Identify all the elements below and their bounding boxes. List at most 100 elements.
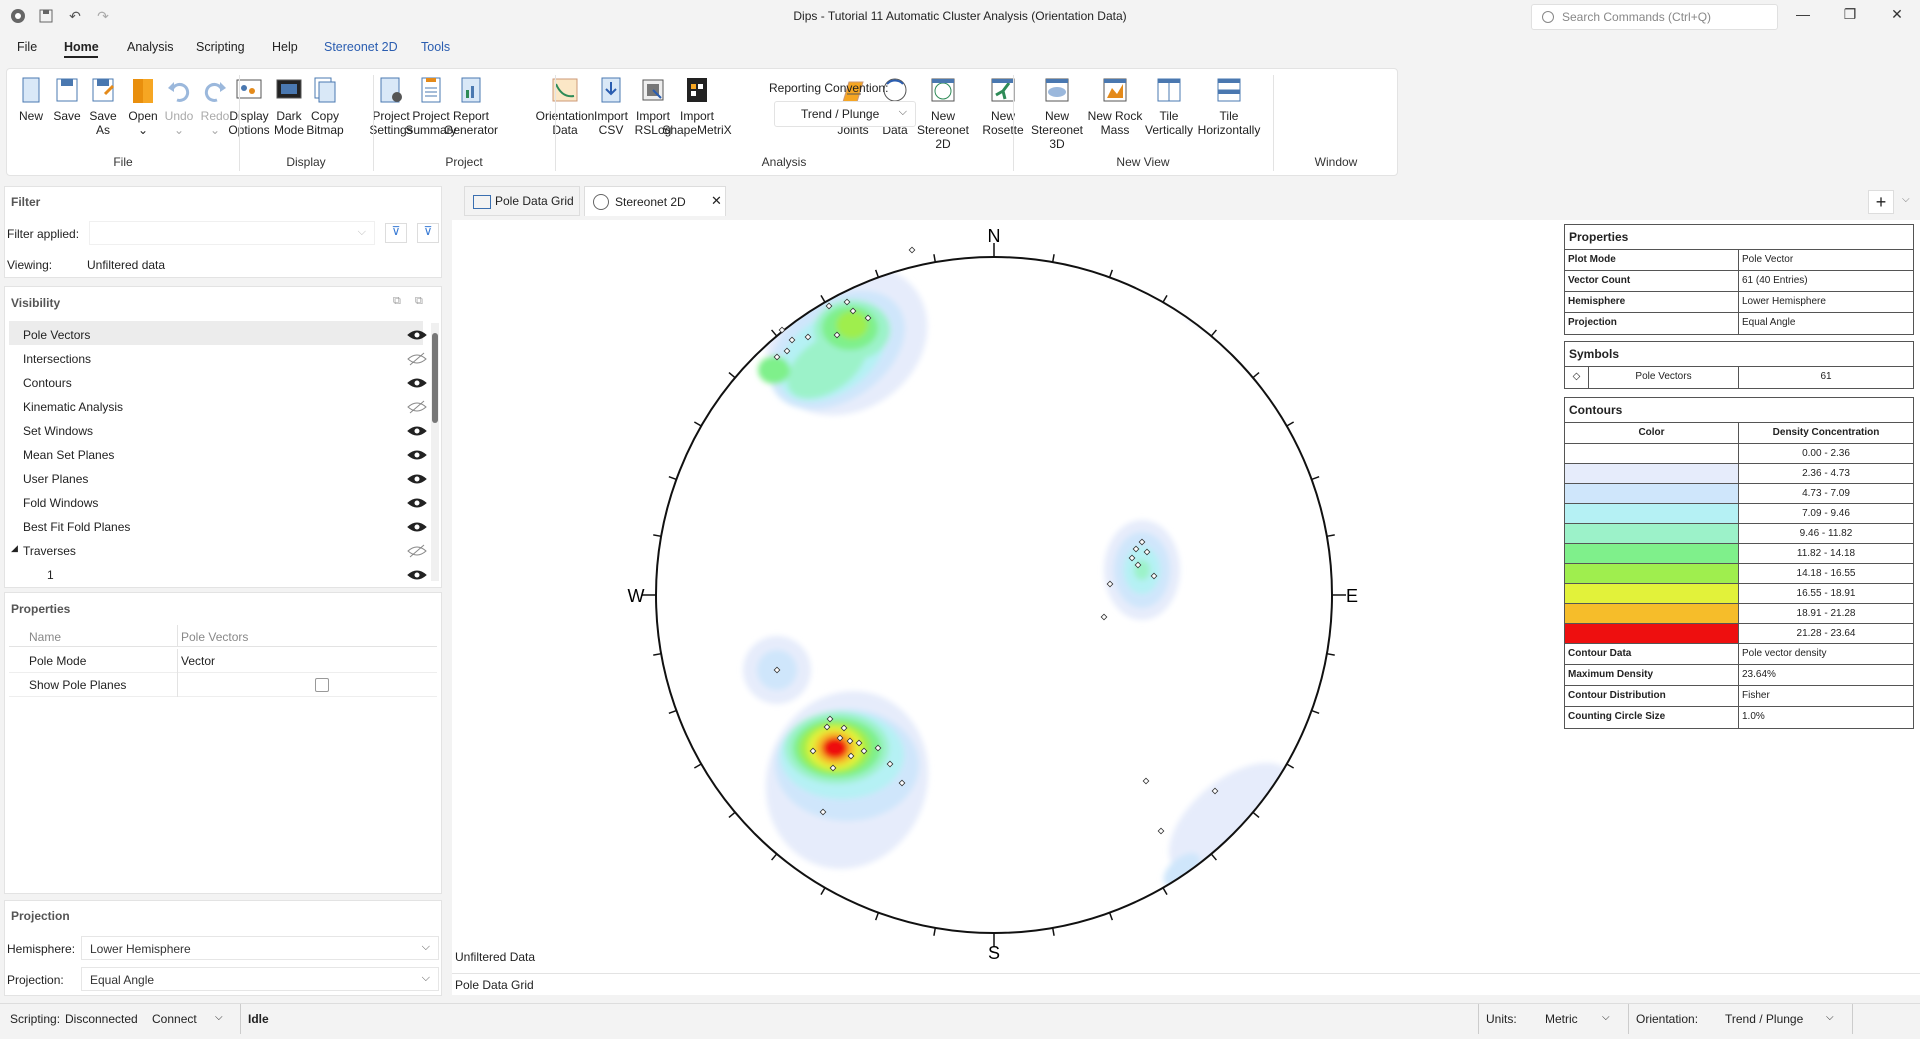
compass-tick <box>1286 763 1295 769</box>
quick-undo-icon[interactable]: ↶ <box>65 6 85 26</box>
status-separator <box>1852 1004 1853 1034</box>
tab-pole-data-grid[interactable]: Pole Data Grid <box>464 186 580 216</box>
chevron-down-icon[interactable]: ⌵ <box>215 1012 223 1023</box>
row-key: Plot Mode <box>1565 250 1739 270</box>
visibility-item-label: Kinematic Analysis <box>23 400 124 414</box>
eye-icon[interactable] <box>407 376 427 390</box>
close-window-button[interactable]: ✕ <box>1879 6 1915 26</box>
north-label: N <box>988 226 1001 246</box>
filter-icon[interactable]: ⊽ <box>417 223 439 243</box>
stereonet-view[interactable]: N S E W Unfiltered Data Properties Plot … <box>452 220 1920 995</box>
eye-icon[interactable] <box>407 448 427 462</box>
eye-icon[interactable] <box>407 424 427 438</box>
visibility-item[interactable]: Best Fit Fold Planes <box>5 515 427 539</box>
properties-header-row: Name Pole Vectors <box>9 625 437 647</box>
report-generator-button[interactable]: Report Generator <box>441 75 501 137</box>
eye-off-icon[interactable] <box>407 544 427 558</box>
minimize-button[interactable]: — <box>1785 6 1821 26</box>
scrollbar-thumb[interactable] <box>432 333 438 423</box>
menu-tab-home[interactable]: Home <box>64 40 99 54</box>
close-tab-icon[interactable]: ✕ <box>711 193 722 209</box>
eye-off-icon[interactable] <box>407 352 427 366</box>
contour-range: 0.00 - 2.36 <box>1802 448 1850 459</box>
menu-tab-file[interactable]: File <box>17 40 37 54</box>
menu-tab-tools[interactable]: Tools <box>421 40 450 54</box>
visibility-item[interactable]: Contours <box>5 371 427 395</box>
new-stereonet-3d-button[interactable]: New Stereonet 3D <box>1027 75 1087 151</box>
visibility-item[interactable]: Mean Set Planes <box>5 443 427 467</box>
show-pole-planes-checkbox[interactable] <box>315 678 329 692</box>
collapse-all-icon[interactable]: ⧉ <box>415 295 423 308</box>
app-logo-icon <box>8 6 28 26</box>
visibility-item[interactable]: Fold Windows <box>5 491 427 515</box>
contour-info-row: Maximum Density 23.64% <box>1565 665 1913 686</box>
visibility-item[interactable]: 1 <box>5 563 427 587</box>
new-rock-mass-button[interactable]: New Rock Mass <box>1085 75 1145 137</box>
menu-tab-analysis[interactable]: Analysis <box>127 40 174 54</box>
new-rosette-button[interactable]: New Rosette <box>973 75 1033 137</box>
chevron-down-icon[interactable]: ⌵ <box>1902 194 1910 205</box>
units-value[interactable]: Metric <box>1545 1012 1578 1026</box>
visibility-item[interactable]: ◢ Traverses <box>5 539 427 563</box>
add-view-button[interactable]: + <box>1868 190 1894 214</box>
search-commands-input[interactable]: Search Commands (Ctrl+Q) <box>1531 4 1778 30</box>
tile-vertically-button[interactable]: Tile Vertically <box>1139 75 1199 137</box>
orientation-value[interactable]: Trend / Plunge <box>1725 1012 1803 1026</box>
quick-save-icon[interactable] <box>36 6 56 26</box>
eye-icon[interactable] <box>407 568 427 582</box>
contour-info-row: Contour Data Pole vector density <box>1565 644 1913 665</box>
eye-icon[interactable] <box>407 496 427 510</box>
hemisphere-select[interactable]: Lower Hemisphere ⌵ <box>81 936 439 960</box>
chevron-down-icon[interactable]: ⌵ <box>1602 1012 1610 1023</box>
quick-redo-icon[interactable]: ↷ <box>93 6 113 26</box>
copy-bitmap-button[interactable]: Copy Bitmap <box>295 75 355 137</box>
visibility-item-label: Mean Set Planes <box>23 448 115 462</box>
visibility-item[interactable]: Pole Vectors <box>5 323 427 347</box>
compass-tick <box>820 887 826 896</box>
import-shapemetrix-button[interactable]: Import ShapeMetriX <box>662 75 732 137</box>
contour-bin-row: 9.46 - 11.82 <box>1565 524 1913 544</box>
status-separator <box>1628 1004 1629 1034</box>
tile-horizontally-button[interactable]: Tile Horizontally <box>1198 75 1260 137</box>
contour-range: 7.09 - 9.46 <box>1802 508 1850 519</box>
connect-button[interactable]: Connect <box>152 1012 197 1026</box>
expand-arrow-icon[interactable]: ◢ <box>11 543 18 554</box>
menu-tab-help[interactable]: Help <box>272 40 298 54</box>
visibility-item[interactable]: Set Windows <box>5 419 427 443</box>
chevron-down-icon[interactable]: ⌵ <box>1826 1012 1834 1023</box>
menu-tab-stereonet-2d[interactable]: Stereonet 2D <box>324 40 398 54</box>
contour-bin-row: 16.55 - 18.91 <box>1565 584 1913 604</box>
eye-icon[interactable] <box>407 520 427 534</box>
eye-icon[interactable] <box>407 472 427 486</box>
visibility-item[interactable]: User Planes <box>5 467 427 491</box>
prop-row-pole-mode[interactable]: Pole Mode Vector <box>9 649 437 673</box>
new-stereonet-2d-button[interactable]: New Stereonet 2D <box>913 75 973 151</box>
group-label-window: Window <box>1314 155 1358 169</box>
visibility-item[interactable]: Kinematic Analysis <box>5 395 427 419</box>
compass-tick <box>1108 269 1114 278</box>
compass-tick <box>1252 372 1260 379</box>
tab-stereonet-2d[interactable]: Stereonet 2D ✕ <box>584 186 726 216</box>
report-generator-icon <box>457 75 485 105</box>
eye-icon[interactable] <box>407 328 427 342</box>
visibility-item[interactable]: Intersections <box>5 347 427 371</box>
reporting-convention-select[interactable]: Trend / Plunge ⌵ <box>774 101 916 127</box>
button-label-line2: Vertically <box>1144 123 1194 137</box>
expand-all-icon[interactable]: ⧉ <box>393 295 401 308</box>
eye-off-icon[interactable] <box>407 400 427 414</box>
visibility-scrollbar[interactable] <box>431 323 439 581</box>
projection-select[interactable]: Equal Angle ⌵ <box>81 967 439 991</box>
import-shapemetrix-icon <box>683 75 711 105</box>
compass-tick <box>693 763 702 769</box>
contours-col-header: Color Density Concentration <box>1565 423 1913 444</box>
tab-label: Pole Data Grid <box>495 194 574 208</box>
bottom-tab-pole-data-grid[interactable]: Pole Data Grid <box>455 978 534 992</box>
visibility-item-label: Traverses <box>23 544 76 558</box>
clear-filter-icon[interactable]: ⊽ <box>385 223 407 243</box>
button-label-line2: Bitmap <box>306 123 344 137</box>
filter-applied-select[interactable]: ⌵ <box>89 221 375 245</box>
col-name: Name <box>29 630 62 644</box>
compass-tick <box>728 372 736 379</box>
menu-tab-scripting[interactable]: Scripting <box>196 40 245 54</box>
restore-button[interactable]: ❐ <box>1832 6 1868 26</box>
